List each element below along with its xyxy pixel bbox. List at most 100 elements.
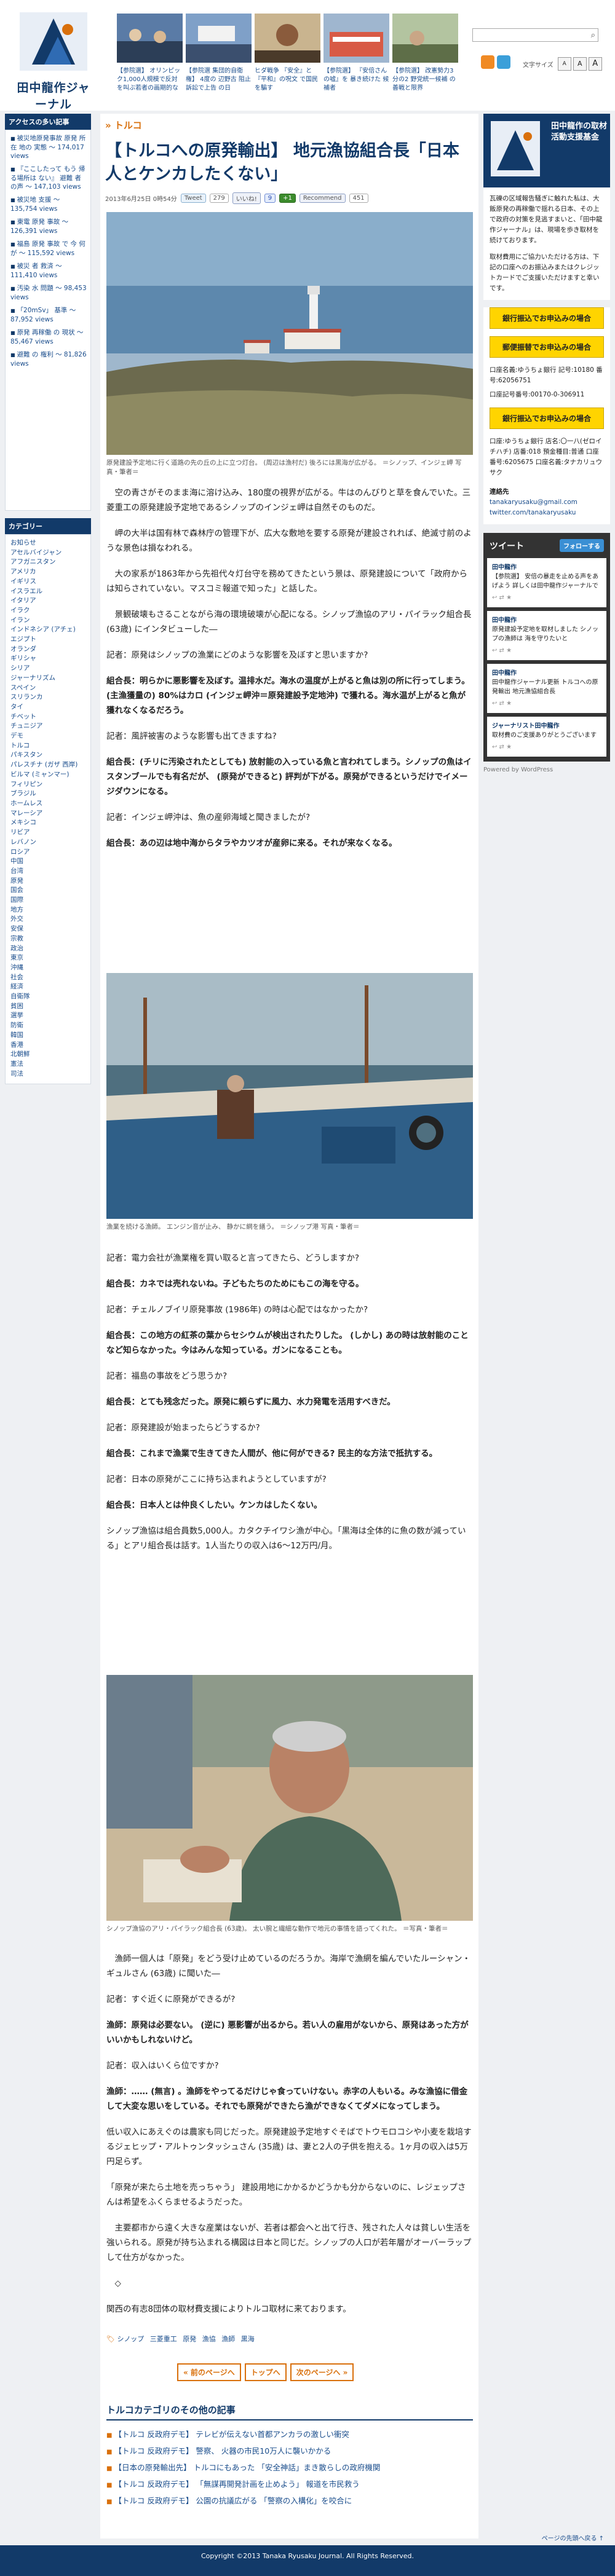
category-link[interactable]: デモ [10,731,87,741]
next-page-button[interactable]: 次のページへ » [290,2363,354,2381]
category-link[interactable]: ブラジル [10,789,87,799]
category-link[interactable]: ジャーナリズム [10,674,87,683]
ranking-item[interactable]: 『ここしたって もう 帰る場所は ない』 避難 者の声 ～ 147,103 vi… [10,165,87,191]
tag-link[interactable]: シノップ [117,2335,144,2343]
category-link[interactable]: 国際 [10,896,87,905]
category-link[interactable]: ロシア [10,848,87,857]
featured-thumb[interactable]: 【参院選 集団的自衛権】 4度の 辺野古 阻止訴訟で上告 の日 [186,14,252,106]
font-large-button[interactable]: A [588,57,602,71]
category-link[interactable]: イギリス [10,577,87,587]
related-link[interactable]: 【トルコ 反政府デモ】 テレビが伝えない首都アンカラの激しい衝突 [106,2427,473,2443]
category-link[interactable]: フィリピン [10,780,87,790]
category-link[interactable]: チュニジア [10,722,87,731]
category-link[interactable]: 北朝鮮 [10,1050,87,1060]
category-link[interactable]: 自衛隊 [10,992,87,1002]
category-link[interactable]: リビア [10,828,87,838]
bank-transfer-button[interactable]: 銀行振込でお申込みの場合 [490,307,604,329]
ranking-item[interactable]: 汚染 水 問題 ～ 98,453 views [10,284,87,302]
contact-twitter[interactable]: twitter.com/tanakaryusaku [483,508,610,518]
related-link[interactable]: 【日本の原発輸出先】 トルコにもあった 「安全神話」まき散らしの政府機関 [106,2460,473,2476]
tag-link[interactable]: 三菱重工 [150,2335,177,2343]
like-button[interactable]: いいね! [232,192,261,204]
tweet-actions-icon[interactable]: ↩ ⇄ ★ [492,699,601,708]
recommend-button[interactable]: Recommend [299,194,346,203]
related-link[interactable]: 【トルコ 反政府デモ】 警察、 火器の市民10万人に襲いかかる [106,2443,473,2460]
category-link[interactable]: オランダ [10,645,87,655]
category-link[interactable]: イラン [10,616,87,626]
category-link[interactable]: イタリア [10,596,87,606]
featured-thumb[interactable]: 【参院選】 オリンピック1,000人規模で反対を叫ぶ若者の画期的な [117,14,183,106]
tag-link[interactable]: 原発 [183,2335,196,2343]
category-link[interactable]: 経済 [10,982,87,992]
featured-thumb[interactable]: ヒダ戦争 『安全』と『平和』の呪文 で国民を騙す [255,14,320,106]
hatena-count[interactable]: 9 [264,194,276,203]
category-link[interactable]: お知らせ [10,538,87,548]
ranking-item[interactable]: 被災地 支援 ～ 135,754 views [10,195,87,213]
category-link[interactable]: 東京 [10,953,87,963]
ranking-item[interactable]: 避難 の 権利 ～ 81,826 views [10,350,87,368]
tweet-actions-icon[interactable]: ↩ ⇄ ★ [492,593,601,602]
category-link[interactable]: トルコ [10,741,87,751]
support-banner[interactable]: 田中龍作の取材活動支援基金 [483,114,610,187]
ranking-item[interactable]: 「20mSv」 基準 ～ 87,952 views [10,306,87,324]
featured-thumb[interactable]: 【参院選】 改憲勢力3分の2 野党統一候補 の善戦と限界 [392,14,458,106]
tag-link[interactable]: 黒海 [241,2335,255,2343]
category-link[interactable]: マレーシア [10,809,87,819]
search-input[interactable]: ⌕ [472,28,598,42]
follow-button[interactable]: フォローする [560,539,604,552]
category-link[interactable]: メキシコ [10,818,87,828]
category-link[interactable]: 香港 [10,1041,87,1050]
category-link[interactable]: 沖縄 [10,963,87,973]
ranking-item[interactable]: 原発 再稼働 の 現状 ～ 85,467 views [10,328,87,346]
related-link[interactable]: 【トルコ 反政府デモ】 「無謀再開発計画を止めよう」 報道を市民救う [106,2476,473,2493]
tag-link[interactable]: 漁師 [221,2335,235,2343]
breadcrumb[interactable]: » トルコ [105,119,142,132]
category-link[interactable]: アセルバイジャン [10,548,87,558]
powered-by[interactable]: Powered by WordPress [483,766,610,773]
category-link[interactable]: 原発 [10,876,87,886]
category-link[interactable]: 選挙 [10,1011,87,1021]
category-link[interactable]: 国会 [10,886,87,896]
category-link[interactable]: イラク [10,606,87,616]
category-link[interactable]: ホームレス [10,799,87,809]
category-link[interactable]: レバノン [10,838,87,848]
category-link[interactable]: イスラエル [10,587,87,597]
category-link[interactable]: 外交 [10,915,87,924]
category-link[interactable]: 司法 [10,1069,87,1079]
ranking-item[interactable]: 福島 原発 事故 で 今 何が ～ 115,592 views [10,240,87,258]
category-link[interactable]: スリランカ [10,693,87,703]
bank-transfer-button-2[interactable]: 銀行振込でお申込みの場合 [490,408,604,429]
category-link[interactable]: タイ [10,703,87,712]
ranking-item[interactable]: 被災 者 救済 ～ 111,410 views [10,262,87,280]
contact-email[interactable]: tanakaryusaku@gmail.com [483,497,610,508]
gplus-button[interactable]: +1 [279,194,296,203]
rss-icon[interactable] [481,55,494,69]
category-link[interactable]: スペイン [10,683,87,693]
tweet-actions-icon[interactable]: ↩ ⇄ ★ [492,742,601,752]
related-link[interactable]: 【トルコ 反政府デモ】 公園の抗議広がる 「警察の入構化」を咬合に [106,2493,473,2510]
category-link[interactable]: 貧困 [10,1002,87,1012]
font-small-button[interactable]: A [557,57,571,71]
tweet-actions-icon[interactable]: ↩ ⇄ ★ [492,646,601,655]
category-link[interactable]: パレスチナ (ガザ 西岸) [10,760,87,770]
ranking-item[interactable]: 東電 原発 事故 ～ 126,391 views [10,218,87,235]
category-link[interactable]: 防衛 [10,1021,87,1031]
category-link[interactable]: 憲法 [10,1060,87,1069]
tweet-button[interactable]: Tweet [180,194,206,203]
twitter-icon[interactable] [497,55,510,69]
postal-transfer-button[interactable]: 郵便振替でお申込みの場合 [490,336,604,358]
tag-link[interactable]: 漁協 [202,2335,216,2343]
category-link[interactable]: 宗教 [10,934,87,944]
category-link[interactable]: ギリシャ [10,654,87,664]
category-link[interactable]: アメリカ [10,567,87,577]
category-link[interactable]: 中国 [10,857,87,867]
category-link[interactable]: エジプト [10,635,87,645]
search-icon[interactable]: ⌕ [591,31,595,40]
category-link[interactable]: インドネシア (アチェ) [10,625,87,635]
category-link[interactable]: 社会 [10,973,87,983]
category-link[interactable]: 安保 [10,924,87,934]
category-link[interactable]: 地方 [10,905,87,915]
category-link[interactable]: パキスタン [10,750,87,760]
featured-thumb[interactable]: 【参院選】 『安倍さんの嘘』を 暴き続けた 候補者 [323,14,389,106]
ranking-item[interactable]: 被災地原発事故 原発 所在 地の 実態 ～ 174,017 views [10,134,87,160]
